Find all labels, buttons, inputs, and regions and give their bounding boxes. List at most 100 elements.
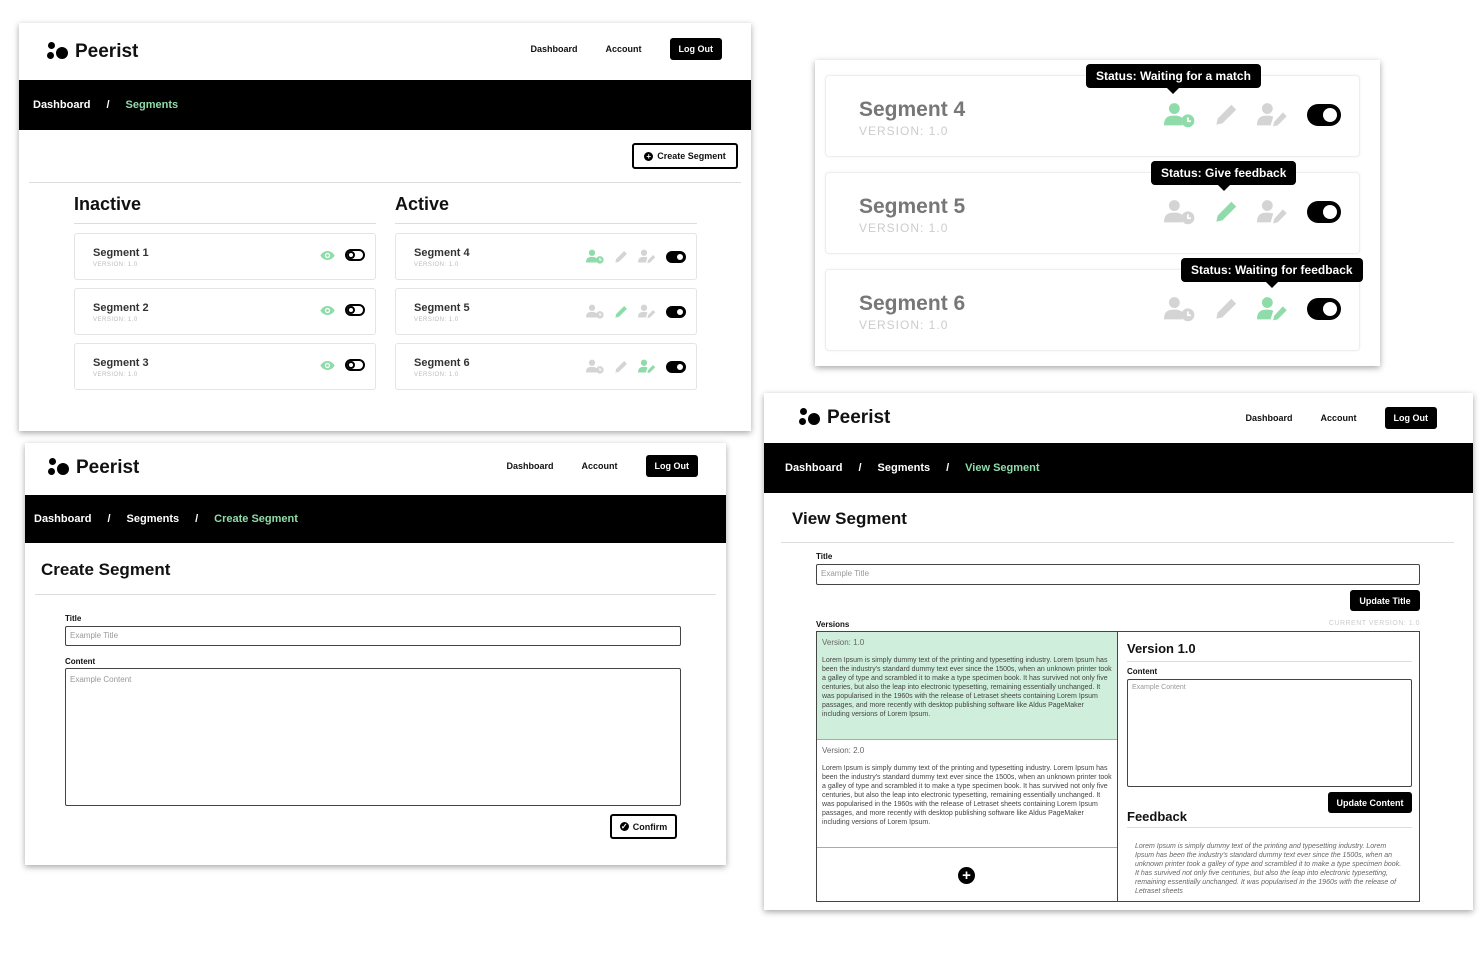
logout-button[interactable]: Log Out — [645, 455, 698, 477]
user-clock-icon[interactable] — [1164, 296, 1195, 322]
segment-card[interactable]: Segment 1 VERSION: 1.0 — [74, 233, 376, 280]
segment-name: Segment 5 — [414, 302, 470, 314]
segment-card[interactable]: Segment 4 VERSION: 1.0 — [395, 233, 697, 280]
update-title-button[interactable]: Update Title — [1350, 590, 1420, 611]
segment-card[interactable]: Segment 2 VERSION: 1.0 — [74, 288, 376, 335]
crumb-view-segment[interactable]: View Segment — [965, 462, 1039, 474]
segment-card[interactable]: Segment 3 VERSION: 1.0 — [74, 343, 376, 390]
user-clock-icon[interactable] — [1164, 199, 1195, 225]
activate-toggle[interactable] — [345, 304, 365, 316]
nav-dashboard-link[interactable]: Dashboard — [506, 461, 553, 471]
nav-account-link[interactable]: Account — [606, 44, 642, 54]
activate-toggle[interactable] — [1307, 201, 1341, 223]
segment-version: VERSION: 1.0 — [414, 262, 459, 268]
logo-icon — [48, 458, 70, 478]
pencil-icon[interactable] — [1214, 297, 1238, 321]
create-segment-button[interactable]: + Create Segment — [632, 143, 738, 169]
nav-account-link[interactable]: Account — [1321, 413, 1357, 423]
status-tooltip: Status: Waiting for a match — [1086, 64, 1261, 94]
activate-toggle[interactable] — [666, 305, 686, 318]
logo-icon — [47, 42, 69, 62]
segment-name: Segment 4 — [414, 247, 470, 259]
confirm-button[interactable]: ✓ Confirm — [610, 814, 677, 839]
activate-toggle[interactable] — [345, 249, 365, 261]
page-title: View Segment — [792, 509, 907, 528]
create-segment-panel: Peerist Dashboard Account Log Out Dashbo… — [25, 443, 726, 865]
top-nav: Dashboard Account Log Out — [530, 38, 722, 60]
content-label: Content — [65, 657, 96, 666]
content-textarea[interactable]: Example Content — [65, 668, 681, 806]
user-pen-icon[interactable] — [638, 249, 656, 264]
crumb-dashboard[interactable]: Dashboard — [34, 513, 91, 525]
eye-icon[interactable] — [320, 250, 335, 261]
divider — [35, 594, 716, 595]
segment-card[interactable]: Segment 6 VERSION: 1.0 — [395, 343, 697, 390]
version-label: Version: 2.0 — [822, 746, 865, 755]
eye-icon[interactable] — [320, 360, 335, 371]
user-clock-icon[interactable] — [586, 249, 604, 264]
crumb-segments[interactable]: Segments — [126, 99, 179, 111]
pencil-icon[interactable] — [1214, 200, 1238, 224]
activate-toggle[interactable] — [345, 359, 365, 371]
user-pen-icon[interactable] — [1257, 199, 1288, 225]
version-item[interactable]: Version: 2.0 Lorem Ipsum is simply dummy… — [817, 740, 1117, 848]
activate-toggle[interactable] — [1307, 104, 1341, 126]
nav-dashboard-link[interactable]: Dashboard — [1245, 413, 1292, 423]
pencil-icon[interactable] — [614, 360, 628, 374]
nav-account-link[interactable]: Account — [582, 461, 618, 471]
view-segment-panel: Peerist Dashboard Account Log Out Dashbo… — [764, 393, 1473, 910]
card-actions — [586, 359, 686, 374]
header: Peerist Dashboard Account Log Out — [19, 23, 751, 80]
crumb-dashboard[interactable]: Dashboard — [785, 462, 842, 474]
user-clock-icon[interactable] — [1164, 102, 1195, 128]
activate-toggle[interactable] — [1307, 298, 1341, 320]
activate-toggle[interactable] — [666, 250, 686, 263]
logout-button[interactable]: Log Out — [669, 38, 722, 60]
segment-version: VERSION: 1.0 — [93, 372, 138, 378]
activate-toggle[interactable] — [666, 360, 686, 373]
plus-icon: + — [962, 867, 971, 884]
user-pen-icon[interactable] — [638, 304, 656, 319]
logo[interactable]: Peerist — [799, 407, 890, 429]
crumb-separator: / — [106, 99, 110, 111]
card-actions — [1164, 296, 1341, 322]
top-nav: Dashboard Account Log Out — [1245, 407, 1437, 429]
update-content-button[interactable]: Update Content — [1328, 792, 1412, 813]
user-pen-icon[interactable] — [1257, 102, 1288, 128]
brand-name: Peerist — [827, 407, 891, 428]
content-textarea[interactable]: Example Content — [1127, 679, 1412, 787]
breadcrumb: Dashboard / Segments / View Segment — [764, 443, 1473, 493]
nav-dashboard-link[interactable]: Dashboard — [530, 44, 577, 54]
logout-button[interactable]: Log Out — [1384, 407, 1437, 429]
user-pen-icon[interactable] — [638, 359, 656, 374]
segment-version: VERSION: 1.0 — [414, 317, 459, 323]
current-version-label: CURRENT VERSION: 1.0 — [1328, 620, 1420, 627]
crumb-separator: / — [195, 513, 199, 525]
confirm-label: Confirm — [632, 821, 668, 832]
title-input[interactable]: Example Title — [816, 564, 1420, 585]
eye-icon[interactable] — [320, 305, 335, 316]
user-clock-icon[interactable] — [586, 304, 604, 319]
pencil-icon[interactable] — [614, 305, 628, 319]
pencil-icon[interactable] — [1214, 103, 1238, 127]
crumb-segments[interactable]: Segments — [127, 513, 180, 525]
logo[interactable]: Peerist — [47, 41, 138, 63]
crumb-dashboard[interactable]: Dashboard — [33, 99, 90, 111]
segment-card[interactable]: Segment 5 VERSION: 1.0 — [395, 288, 697, 335]
card-actions — [586, 249, 686, 264]
logo[interactable]: Peerist — [48, 457, 139, 479]
header: Peerist Dashboard Account Log Out — [25, 443, 726, 495]
brand-name: Peerist — [76, 457, 140, 478]
version-heading: Version 1.0 — [1127, 641, 1196, 656]
title-input[interactable]: Example Title — [65, 626, 681, 646]
divider — [1127, 661, 1412, 662]
pencil-icon[interactable] — [614, 250, 628, 264]
plus-circle-icon: + — [644, 151, 654, 161]
version-item-selected[interactable]: Version: 1.0 Lorem Ipsum is simply dummy… — [817, 632, 1117, 740]
user-clock-icon[interactable] — [586, 359, 604, 374]
user-pen-icon[interactable] — [1257, 296, 1288, 322]
crumb-create-segment[interactable]: Create Segment — [214, 513, 298, 525]
add-version-button[interactable]: + — [958, 867, 975, 884]
crumb-segments[interactable]: Segments — [878, 462, 931, 474]
feedback-heading: Feedback — [1127, 809, 1187, 824]
